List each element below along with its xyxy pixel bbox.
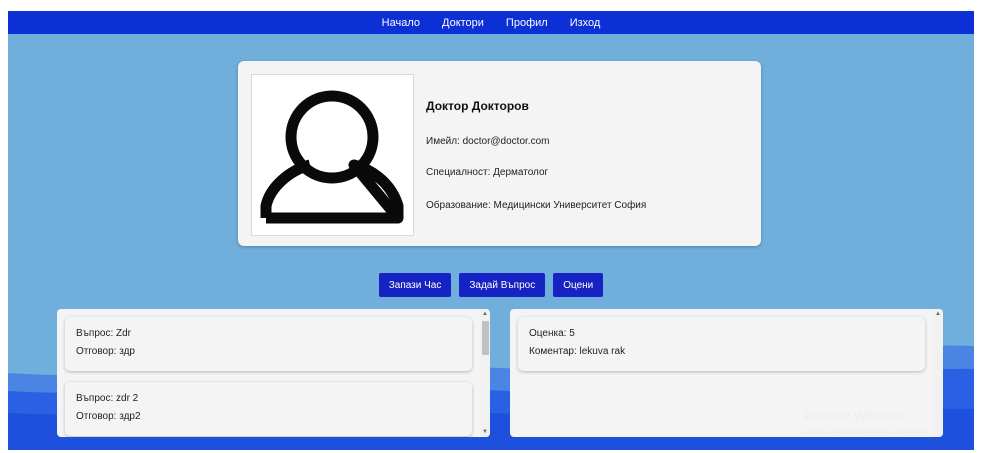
- nav-profile[interactable]: Профил: [506, 17, 548, 29]
- scroll-up-arrow-icon[interactable]: ▲: [480, 309, 490, 319]
- app-window: Начало Доктори Профил Изход Доктор Докто…: [8, 11, 974, 450]
- question-text: Въпрос: zdr 2: [76, 393, 139, 404]
- book-appointment-button[interactable]: Запази Час: [378, 273, 452, 297]
- answer-text: Отговор: здр: [76, 346, 135, 357]
- nav-doctors[interactable]: Доктори: [442, 17, 484, 29]
- user-icon: [260, 90, 404, 224]
- questions-panel[interactable]: Въпрос: Zdr Отговор: здр Въпрос: zdr 2 О…: [57, 309, 490, 437]
- question-item: Въпрос: zdr 2 Отговор: здр2: [65, 382, 472, 436]
- questions-scrollbar[interactable]: ▲ ▼: [480, 309, 490, 437]
- doctor-name: Доктор Докторов: [426, 99, 529, 113]
- question-text: Въпрос: Zdr: [76, 328, 132, 339]
- top-navbar: Начало Доктори Профил Изход: [8, 11, 974, 34]
- scroll-thumb[interactable]: [482, 321, 489, 355]
- review-item: Оценка: 5 Коментар: lekuva rak: [518, 317, 925, 371]
- scroll-up-arrow-icon[interactable]: ▲: [933, 309, 943, 319]
- activate-windows-subtitle: Go to Settings to activate Windows.: [804, 426, 931, 435]
- activate-windows-title: Activate Windows: [804, 408, 907, 423]
- ask-question-button[interactable]: Задай Въпрос: [459, 273, 546, 297]
- doctor-profile-card: Доктор Докторов Имейл: doctor@doctor.com…: [238, 61, 761, 246]
- rating-text: Оценка: 5: [529, 328, 575, 339]
- reviews-scrollbar[interactable]: ▲: [933, 309, 943, 437]
- action-buttons: Запази Час Задай Въпрос Оцени: [8, 273, 974, 297]
- doctor-email: Имейл: doctor@doctor.com: [426, 136, 550, 147]
- doctor-specialty: Специалност: Дерматолог: [426, 167, 549, 178]
- doctor-education: Образование: Медицински Университет Софи…: [426, 200, 647, 211]
- answer-text: Отговор: здр2: [76, 411, 141, 422]
- nav-logout[interactable]: Изход: [570, 17, 601, 29]
- avatar: [251, 74, 414, 236]
- nav-home[interactable]: Начало: [382, 17, 420, 29]
- question-item: Въпрос: Zdr Отговор: здр: [65, 317, 472, 371]
- scroll-down-arrow-icon[interactable]: ▼: [480, 427, 490, 437]
- comment-text: Коментар: lekuva rak: [529, 346, 626, 357]
- rate-button[interactable]: Оцени: [553, 273, 604, 297]
